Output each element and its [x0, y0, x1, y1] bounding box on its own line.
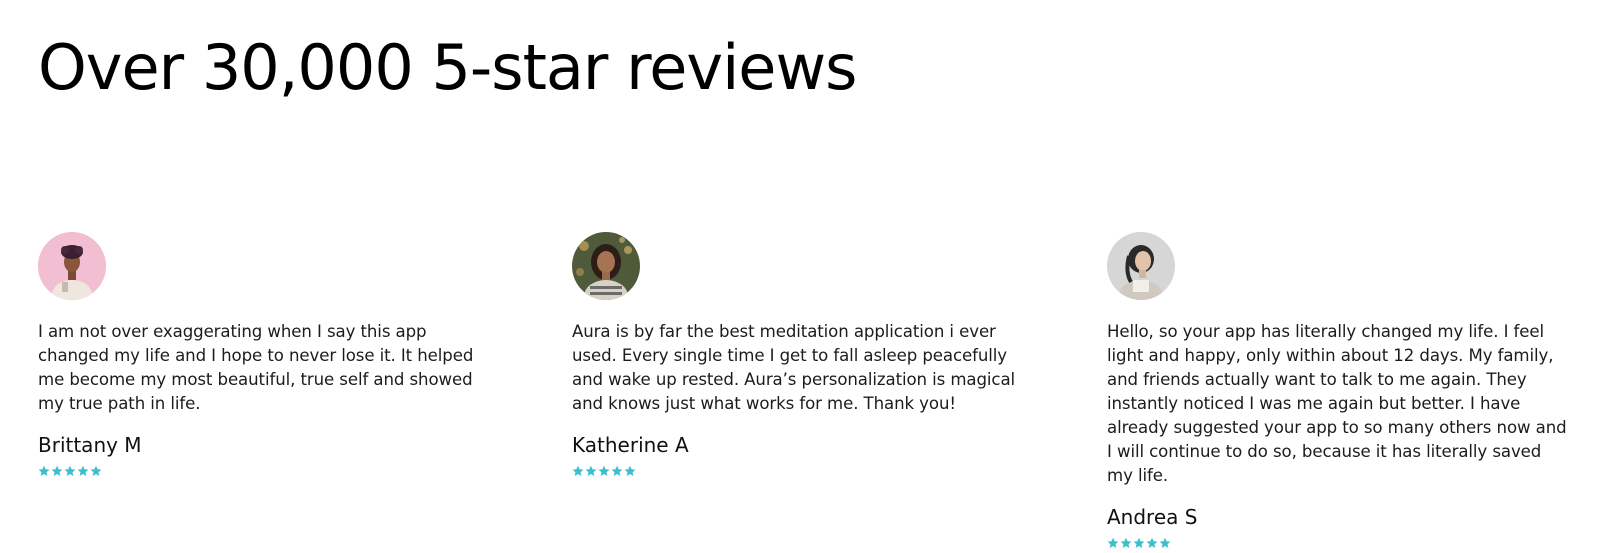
star-icon: [1107, 537, 1119, 549]
star-icon: [1159, 537, 1171, 549]
star-icon: [51, 465, 63, 477]
avatar: [572, 232, 640, 300]
star-icon: [64, 465, 76, 477]
star-icon: [38, 465, 50, 477]
star-rating: [38, 464, 498, 478]
star-icon: [611, 465, 623, 477]
star-rating: [572, 464, 1032, 478]
review-text: Hello, so your app has literally changed…: [1107, 322, 1567, 485]
review-text: Aura is by far the best meditation appli…: [572, 322, 1016, 413]
star-icon: [624, 465, 636, 477]
review-card: Aura is by far the best meditation appli…: [572, 232, 1032, 478]
review-card: Hello, so your app has literally changed…: [1107, 232, 1567, 550]
avatar: [38, 232, 106, 300]
reviewer-name: Katherine A: [572, 433, 689, 457]
page-title: Over 30,000 5-star reviews: [38, 31, 857, 104]
reviewer-name: Brittany M: [38, 433, 142, 457]
star-icon: [572, 465, 584, 477]
review-text: I am not over exaggerating when I say th…: [38, 322, 474, 413]
star-rating: [1107, 536, 1567, 550]
star-icon: [1146, 537, 1158, 549]
star-icon: [90, 465, 102, 477]
star-icon: [585, 465, 597, 477]
star-icon: [1133, 537, 1145, 549]
reviewer-name: Andrea S: [1107, 505, 1198, 529]
review-card: I am not over exaggerating when I say th…: [38, 232, 498, 478]
star-icon: [77, 465, 89, 477]
avatar: [1107, 232, 1175, 300]
star-icon: [598, 465, 610, 477]
star-icon: [1120, 537, 1132, 549]
